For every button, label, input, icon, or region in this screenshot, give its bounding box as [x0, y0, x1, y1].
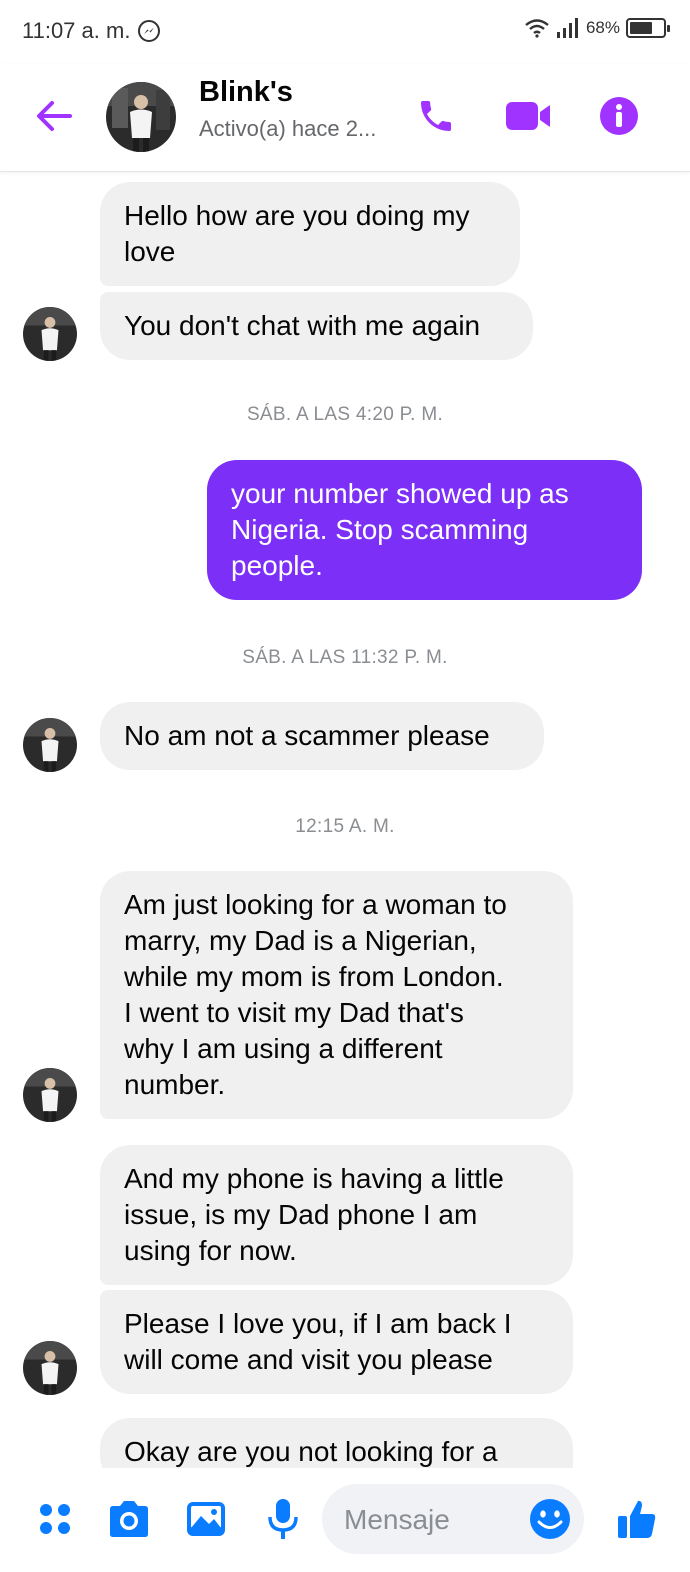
emoji-button[interactable] [525, 1494, 575, 1544]
camera-icon [110, 1501, 148, 1537]
menu-dots-icon [40, 1504, 70, 1534]
call-button[interactable] [412, 92, 460, 140]
contact-avatar[interactable] [106, 82, 176, 152]
signal-icon [556, 18, 578, 38]
message-bubble[interactable]: And my phone is having a little issue, i… [100, 1145, 573, 1285]
info-icon [600, 97, 638, 135]
message-text: Hello how are you doing my [124, 200, 470, 231]
message-text: marry, my Dad is a Nigerian, [124, 925, 477, 956]
message-text: people. [231, 550, 323, 581]
message-text: And my phone is having a little [124, 1163, 504, 1194]
sender-avatar[interactable] [23, 307, 77, 361]
message-bubble[interactable]: Okay are you not looking for a [100, 1418, 573, 1468]
wifi-icon [525, 19, 549, 38]
message-timestamp: 12:15 A. M. [295, 816, 395, 837]
message-text: number. [124, 1069, 226, 1100]
video-camera-icon [506, 102, 550, 130]
gallery-button[interactable] [181, 1494, 231, 1544]
video-call-button[interactable] [504, 92, 552, 140]
message-text: You don't chat with me again [124, 310, 481, 341]
messenger-icon [138, 20, 161, 42]
message-text: why I am using a different [124, 1033, 443, 1064]
chat-header: Blink's Activo(a) hace 2... [0, 64, 690, 172]
contact-name[interactable]: Blink's [199, 76, 293, 109]
message-text: using for now. [124, 1235, 297, 1266]
status-right: 68% [524, 18, 670, 38]
sender-avatar[interactable] [23, 718, 77, 772]
status-bar: 11:07 a. m. 68% [0, 0, 690, 64]
back-arrow-icon [37, 101, 72, 131]
sender-avatar[interactable] [23, 1341, 77, 1395]
status-time-group: 11:07 a. m. [22, 18, 161, 44]
sender-avatar[interactable] [23, 1068, 77, 1122]
message-text: Nigeria. Stop scamming [231, 514, 529, 545]
battery-icon [626, 18, 670, 38]
back-button[interactable] [32, 94, 76, 138]
message-bubble-outgoing[interactable]: your number showed up as Nigeria. Stop s… [207, 460, 642, 600]
battery-percent: 68% [585, 18, 620, 37]
message-text: Please I love you, if I am back I [124, 1308, 512, 1339]
microphone-icon [268, 1499, 298, 1539]
phone-icon [421, 101, 451, 131]
message-list[interactable]: Hello how are you doing my love You don'… [0, 172, 690, 1468]
status-time: 11:07 a. m. [22, 18, 131, 43]
message-bubble[interactable]: No am not a scammer please [100, 702, 544, 770]
message-composer: Mensaje [0, 1468, 690, 1572]
like-button[interactable] [612, 1494, 662, 1544]
message-text: issue, is my Dad phone I am [124, 1199, 478, 1230]
message-timestamp: SÁB. A LAS 11:32 P. M. [242, 647, 448, 668]
message-text: will come and visit you please [124, 1344, 493, 1375]
message-text: your number showed up as [231, 478, 569, 509]
message-input-placeholder: Mensaje [344, 1504, 450, 1535]
thumbs-up-icon [618, 1500, 656, 1538]
message-text: while my mom is from London. [124, 961, 504, 992]
emoji-icon [530, 1499, 570, 1539]
gallery-icon [187, 1502, 225, 1536]
message-text: Am just looking for a woman to [124, 889, 507, 920]
more-actions-button[interactable] [30, 1494, 80, 1544]
message-text: Okay are you not looking for a [124, 1436, 498, 1467]
message-timestamp: SÁB. A LAS 4:20 P. M. [246, 404, 444, 425]
message-text: No am not a scammer please [124, 720, 490, 751]
message-text: I went to visit my Dad that's [124, 997, 464, 1028]
message-text: love [124, 236, 176, 267]
message-bubble[interactable]: You don't chat with me again [100, 292, 533, 360]
message-bubble[interactable]: Hello how are you doing my love [100, 182, 520, 286]
message-bubble[interactable]: Am just looking for a woman to marry, my… [100, 871, 573, 1119]
info-button[interactable] [595, 92, 643, 140]
message-bubble[interactable]: Please I love you, if I am back I will c… [100, 1290, 573, 1394]
battery-level [630, 22, 652, 34]
contact-active-status: Activo(a) hace 2... [199, 116, 377, 141]
voice-message-button[interactable] [258, 1494, 308, 1544]
camera-button[interactable] [104, 1494, 154, 1544]
